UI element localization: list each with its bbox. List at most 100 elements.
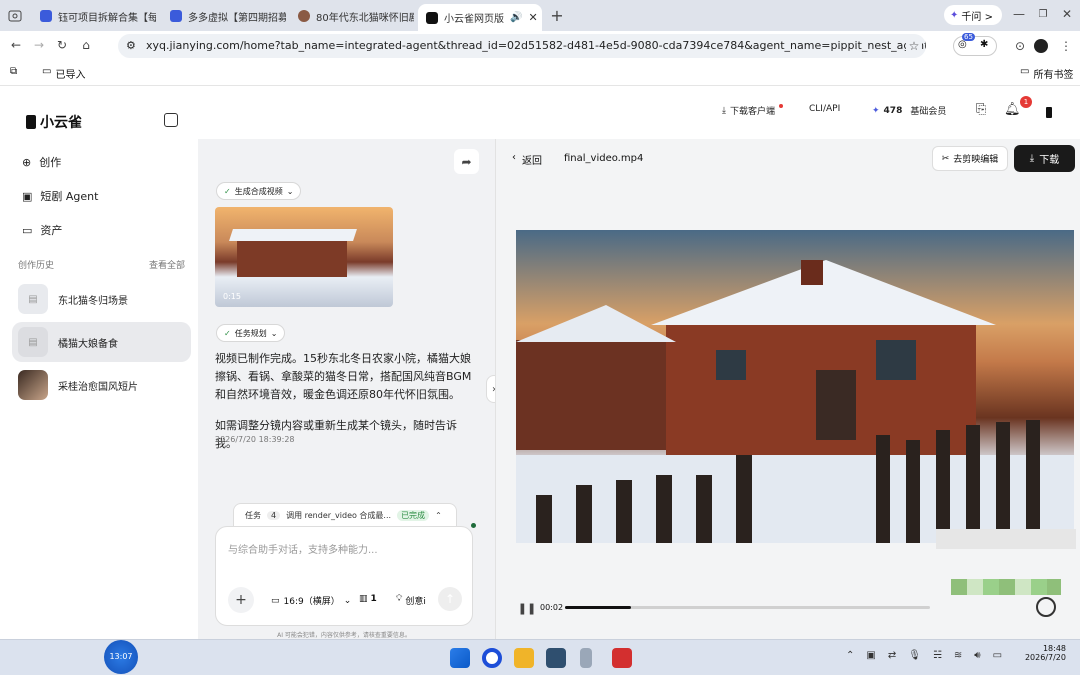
history-item[interactable]: 采桂治愈国风短片 <box>12 365 191 405</box>
tray-sync-icon[interactable]: ⇄ <box>888 650 896 661</box>
bookmark-star-icon[interactable]: ☆ <box>906 38 922 54</box>
chat-input-box[interactable]: 与综合助手对话，支持多种能力... + ▭ 16:9（横屏） ⌄ ▥ 1 💡︎ 创意i … <box>215 526 473 626</box>
tray-app-icon[interactable]: ▣ <box>866 650 875 661</box>
send-icon[interactable]: ↑ <box>438 587 462 611</box>
cli-api-button[interactable]: CLI/API <box>809 104 840 114</box>
extensions-group[interactable]: ◎ 65 ✱ <box>953 33 997 56</box>
system-tray[interactable]: ⌃ ▣ ⇄ 🎙︎ ☵ ≋ 🔊︎ ▭ <box>846 650 1002 661</box>
browser-taskbar-icon[interactable] <box>482 648 502 668</box>
back-button[interactable]: ‹ 返回 <box>512 152 542 167</box>
add-attachment-icon[interactable]: + <box>228 587 254 613</box>
url-bar[interactable]: ⚙ xyq.jianying.com/home?tab_name=integra… <box>118 34 926 58</box>
collapse-sidebar-icon[interactable] <box>164 113 178 127</box>
chevron-up-icon[interactable]: ⌃ <box>846 650 854 661</box>
microphone-icon[interactable]: 🎙︎ <box>908 650 921 661</box>
winter-house-illustration <box>516 260 1074 543</box>
bookmark-imported[interactable]: ▭ 已导入 <box>42 66 85 81</box>
browser-tab[interactable]: 多多虚拟【第四期招募】 <box>162 4 286 28</box>
grid-icon: ▥ <box>359 594 368 604</box>
generate-video-chip[interactable]: ✓ 生成合成视频 ⌄ <box>216 182 302 200</box>
loop-icon[interactable] <box>1036 597 1056 617</box>
browser-tab-strip: 钰可项目拆解合集【每日 多多虚拟【第四期招募】 80年代东北猫咪怀旧剧 小云雀网… <box>0 0 1080 31</box>
app-red-icon[interactable] <box>612 648 632 668</box>
home-icon[interactable]: ⌂ <box>78 37 94 53</box>
ratio-label: 16:9（横屏） <box>283 597 340 607</box>
app-logo[interactable]: 小云雀 <box>26 112 82 132</box>
nav-label: 短剧 Agent <box>40 190 99 203</box>
close-window-icon[interactable]: ✕ <box>1060 7 1074 21</box>
minimize-icon[interactable]: — <box>1012 7 1026 21</box>
chat-input-placeholder[interactable]: 与综合助手对话，支持多种能力... <box>228 541 378 556</box>
menu-icon[interactable]: ⋮ <box>1058 38 1074 54</box>
history-item[interactable]: ▤ 东北猫冬归场景 <box>12 279 191 319</box>
task-status-bar[interactable]: 任务 4 调用 render_video 合成最... 已完成 ⌃ <box>233 503 457 527</box>
video-thumbnail[interactable]: 0:15 <box>215 207 393 307</box>
profile-avatar[interactable] <box>1034 39 1048 53</box>
volume-icon[interactable]: 🔊︎ <box>974 650 980 661</box>
back-icon[interactable]: ← <box>8 37 24 53</box>
new-tab-icon[interactable]: + <box>548 6 566 25</box>
video-frame[interactable] <box>516 230 1074 543</box>
system-clock[interactable]: 18:48 2026/7/20 <box>1022 644 1066 662</box>
battery-icon[interactable]: ▭ <box>993 650 1002 661</box>
new-dot <box>779 103 783 108</box>
download-client-button[interactable]: ⤓ 下载客户端 <box>722 103 783 117</box>
wifi-icon[interactable]: ≋ <box>954 650 962 661</box>
browser-tab[interactable]: 钰可项目拆解合集【每日 <box>32 4 156 28</box>
phone-link-icon[interactable] <box>580 648 592 668</box>
qianwen-button[interactable]: ✦ 千问 > <box>944 5 1002 25</box>
check-icon: ✓ <box>224 186 231 196</box>
edit-in-jianying-button[interactable]: ✂ 去剪映编辑 <box>932 146 1008 171</box>
progress-bar[interactable] <box>565 606 930 609</box>
creative-toggle[interactable]: 💡︎ 创意i <box>396 594 426 607</box>
sidebar-item-assets[interactable]: ▭ 资产 <box>22 222 62 238</box>
clock-widget[interactable]: 13:07 <box>104 640 138 674</box>
online-dot <box>471 523 476 528</box>
history-item-active[interactable]: ▤ 橘猫大娘备食 <box>12 322 191 362</box>
bookmark-all[interactable]: ▭ 所有书签 <box>1020 66 1073 81</box>
file-explorer-icon[interactable] <box>514 648 534 668</box>
downloads-icon[interactable]: ⊙ <box>1012 38 1028 54</box>
clip-icon[interactable]: ⎘ <box>976 102 986 117</box>
sidebar: 小云雀 ⊕ 创作 ▣ 短剧 Agent ▭ 资产 创作历史 查看全部 ▤ 东北猫冬归场景… <box>0 86 198 639</box>
sidebar-item-create[interactable]: ⊕ 创作 <box>22 154 61 170</box>
forward-icon[interactable]: → <box>31 37 47 53</box>
site-info-icon[interactable]: ⚙ <box>126 34 136 58</box>
tab-favicon-icon <box>170 10 182 22</box>
reload-icon[interactable]: ↻ <box>54 37 70 53</box>
chat-panel: ➦ ✓ 生成合成视频 ⌄ 0:15 ✓ 任务规划 ⌄ 视频已制作完成。15秒东北… <box>198 139 502 639</box>
chevron-down-icon: ⌄ <box>286 186 294 196</box>
tab-search-icon[interactable] <box>6 7 24 25</box>
scissors-icon: ✂ <box>941 153 950 164</box>
task-plan-chip[interactable]: ✓ 任务规划 ⌄ <box>216 324 286 342</box>
share-icon[interactable]: ➦ <box>454 149 479 174</box>
start-icon[interactable] <box>450 648 470 668</box>
browser-tab[interactable]: 80年代东北猫咪怀旧剧 <box>290 4 414 28</box>
sidebar-item-agent[interactable]: ▣ 短剧 Agent <box>22 188 98 204</box>
chevron-left-icon: ‹ <box>512 152 516 163</box>
notes-app-icon[interactable] <box>546 648 566 668</box>
app-root: 小云雀 ⊕ 创作 ▣ 短剧 Agent ▭ 资产 创作历史 查看全部 ▤ 东北猫冬归场景… <box>0 86 1080 639</box>
check-icon: ✓ <box>224 328 231 338</box>
membership-button[interactable]: ✦ 478 基础会员 <box>872 104 947 118</box>
close-tab-icon[interactable]: ✕ <box>528 11 537 24</box>
sparkle-icon: ✦ <box>872 105 880 116</box>
aspect-ratio-select[interactable]: ▭ 16:9（横屏） ⌄ <box>271 594 351 608</box>
download-button[interactable]: ⤓ 下载 <box>1014 145 1075 172</box>
history-viewall-link[interactable]: 查看全部 <box>149 258 185 271</box>
browser-tab-active[interactable]: 小云雀网页版 🔊 ✕ <box>418 4 542 31</box>
folder-icon: ▭ <box>22 223 33 237</box>
video-viewer: ‹ 返回 final_video.mp4 ✂ 去剪映编辑 ⤓ 下载 ❚❚ 00:… <box>495 139 1080 639</box>
download-client-label: 下载客户端 <box>729 107 775 117</box>
count-select[interactable]: ▥ 1 <box>359 594 377 604</box>
restore-icon[interactable]: ❐ <box>1036 7 1050 21</box>
tab-groups-icon[interactable]: ⧉ <box>10 66 17 77</box>
pause-icon[interactable]: ❚❚ <box>518 601 536 615</box>
bell-icon[interactable]: 🔔︎ <box>1004 102 1021 117</box>
tray-chat-icon[interactable]: ☵ <box>933 650 942 661</box>
member-label: 基础会员 <box>910 107 947 117</box>
speaker-icon[interactable]: 🔊 <box>510 12 522 23</box>
qianwen-label: 千问 > <box>961 11 993 23</box>
task-label: 任务 <box>245 510 261 520</box>
phone-icon[interactable] <box>1046 107 1052 118</box>
